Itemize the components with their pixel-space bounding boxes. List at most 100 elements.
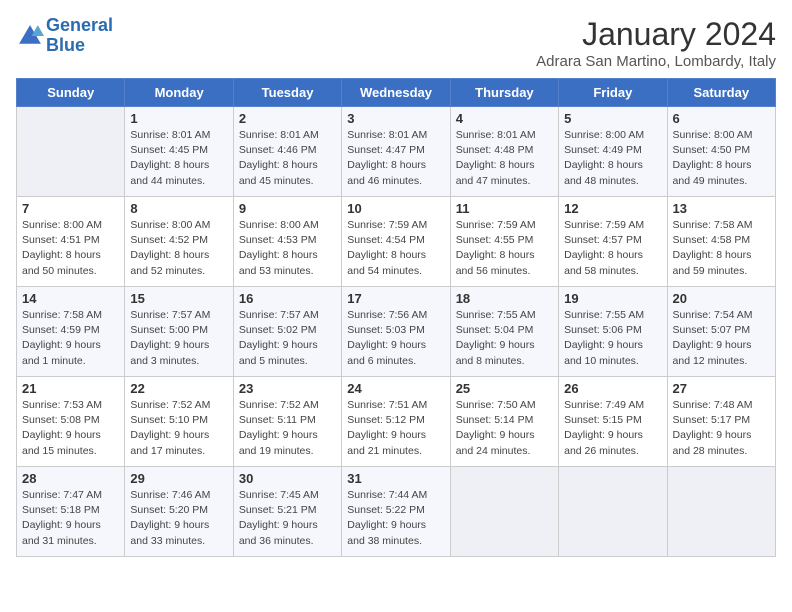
calendar-cell: 27Sunrise: 7:48 AM Sunset: 5:17 PM Dayli… bbox=[667, 377, 775, 467]
logo-text: General Blue bbox=[46, 16, 113, 56]
week-row-1: 1 Sunrise: 8:01 AM Sunset: 4:45 PM Daylig… bbox=[17, 107, 776, 197]
day-info: Sunrise: 7:59 AM Sunset: 4:54 PM Dayligh… bbox=[347, 218, 444, 279]
calendar-cell: 6Sunrise: 8:00 AM Sunset: 4:50 PM Daylig… bbox=[667, 107, 775, 197]
logo-icon bbox=[16, 22, 44, 50]
calendar-cell: 23 Sunrise: 7:52 AM Sunset: 5:11 PM Dayli… bbox=[233, 377, 341, 467]
day-info: Sunrise: 7:44 AM Sunset: 5:22 PM Dayligh… bbox=[347, 488, 444, 549]
logo-line1: General bbox=[46, 15, 113, 35]
calendar-cell bbox=[17, 107, 125, 197]
day-number: 30 bbox=[239, 471, 336, 486]
calendar-cell: 26 Sunrise: 7:49 AM Sunset: 5:15 PM Dayli… bbox=[559, 377, 667, 467]
calendar-cell: 7Sunrise: 8:00 AM Sunset: 4:51 PM Daylig… bbox=[17, 197, 125, 287]
calendar-cell: 20 Sunrise: 7:54 AM Sunset: 5:07 PM Dayli… bbox=[667, 287, 775, 377]
day-info: Sunrise: 7:53 AM Sunset: 5:08 PM Dayligh… bbox=[22, 398, 119, 459]
day-number: 26 bbox=[564, 381, 661, 396]
day-number: 8 bbox=[130, 201, 227, 216]
day-number: 24 bbox=[347, 381, 444, 396]
day-number: 17 bbox=[347, 291, 444, 306]
calendar-cell: 30 Sunrise: 7:45 AM Sunset: 5:21 PM Dayli… bbox=[233, 467, 341, 557]
day-number: 10 bbox=[347, 201, 444, 216]
calendar-cell: 22 Sunrise: 7:52 AM Sunset: 5:10 PM Dayli… bbox=[125, 377, 233, 467]
day-info: Sunrise: 7:57 AM Sunset: 5:00 PM Dayligh… bbox=[130, 308, 227, 369]
day-number: 18 bbox=[456, 291, 553, 306]
week-row-5: 28 Sunrise: 7:47 AM Sunset: 5:18 PM Dayli… bbox=[17, 467, 776, 557]
day-info: Sunrise: 7:51 AM Sunset: 5:12 PM Dayligh… bbox=[347, 398, 444, 459]
logo-line2: Blue bbox=[46, 35, 85, 55]
day-number: 12 bbox=[564, 201, 661, 216]
day-info: Sunrise: 8:01 AM Sunset: 4:46 PM Dayligh… bbox=[239, 128, 336, 189]
day-info: Sunrise: 8:01 AM Sunset: 4:48 PM Dayligh… bbox=[456, 128, 553, 189]
day-number: 6 bbox=[673, 111, 770, 126]
day-number: 1 bbox=[130, 111, 227, 126]
day-number: 14 bbox=[22, 291, 119, 306]
day-info: Sunrise: 7:59 AM Sunset: 4:57 PM Dayligh… bbox=[564, 218, 661, 279]
day-info: Sunrise: 7:55 AM Sunset: 5:06 PM Dayligh… bbox=[564, 308, 661, 369]
weekday-header-saturday: Saturday bbox=[667, 79, 775, 107]
day-info: Sunrise: 7:58 AM Sunset: 4:58 PM Dayligh… bbox=[673, 218, 770, 279]
day-number: 25 bbox=[456, 381, 553, 396]
month-title: January 2024 bbox=[536, 16, 776, 53]
day-info: Sunrise: 7:47 AM Sunset: 5:18 PM Dayligh… bbox=[22, 488, 119, 549]
day-number: 2 bbox=[239, 111, 336, 126]
day-info: Sunrise: 7:58 AM Sunset: 4:59 PM Dayligh… bbox=[22, 308, 119, 369]
calendar-cell: 5Sunrise: 8:00 AM Sunset: 4:49 PM Daylig… bbox=[559, 107, 667, 197]
day-info: Sunrise: 8:00 AM Sunset: 4:53 PM Dayligh… bbox=[239, 218, 336, 279]
calendar-cell: 3 Sunrise: 8:01 AM Sunset: 4:47 PM Daylig… bbox=[342, 107, 450, 197]
weekday-header-friday: Friday bbox=[559, 79, 667, 107]
calendar-cell: 11Sunrise: 7:59 AM Sunset: 4:55 PM Dayli… bbox=[450, 197, 558, 287]
day-number: 23 bbox=[239, 381, 336, 396]
calendar-cell: 2 Sunrise: 8:01 AM Sunset: 4:46 PM Daylig… bbox=[233, 107, 341, 197]
weekday-header-row: SundayMondayTuesdayWednesdayThursdayFrid… bbox=[17, 79, 776, 107]
day-number: 16 bbox=[239, 291, 336, 306]
week-row-2: 7Sunrise: 8:00 AM Sunset: 4:51 PM Daylig… bbox=[17, 197, 776, 287]
logo: General Blue bbox=[16, 16, 113, 56]
day-number: 3 bbox=[347, 111, 444, 126]
day-info: Sunrise: 7:49 AM Sunset: 5:15 PM Dayligh… bbox=[564, 398, 661, 459]
day-number: 28 bbox=[22, 471, 119, 486]
calendar-cell: 24 Sunrise: 7:51 AM Sunset: 5:12 PM Dayli… bbox=[342, 377, 450, 467]
day-number: 22 bbox=[130, 381, 227, 396]
week-row-3: 14 Sunrise: 7:58 AM Sunset: 4:59 PM Dayli… bbox=[17, 287, 776, 377]
day-info: Sunrise: 7:45 AM Sunset: 5:21 PM Dayligh… bbox=[239, 488, 336, 549]
calendar-cell: 10 Sunrise: 7:59 AM Sunset: 4:54 PM Dayli… bbox=[342, 197, 450, 287]
calendar-cell: 18 Sunrise: 7:55 AM Sunset: 5:04 PM Dayli… bbox=[450, 287, 558, 377]
day-number: 4 bbox=[456, 111, 553, 126]
day-number: 5 bbox=[564, 111, 661, 126]
calendar-cell: 16 Sunrise: 7:57 AM Sunset: 5:02 PM Dayli… bbox=[233, 287, 341, 377]
day-number: 20 bbox=[673, 291, 770, 306]
weekday-header-thursday: Thursday bbox=[450, 79, 558, 107]
day-number: 19 bbox=[564, 291, 661, 306]
calendar-cell: 28 Sunrise: 7:47 AM Sunset: 5:18 PM Dayli… bbox=[17, 467, 125, 557]
calendar-cell: 9 Sunrise: 8:00 AM Sunset: 4:53 PM Daylig… bbox=[233, 197, 341, 287]
day-info: Sunrise: 7:46 AM Sunset: 5:20 PM Dayligh… bbox=[130, 488, 227, 549]
calendar-cell: 14 Sunrise: 7:58 AM Sunset: 4:59 PM Dayli… bbox=[17, 287, 125, 377]
location: Adrara San Martino, Lombardy, Italy bbox=[536, 53, 776, 70]
weekday-header-sunday: Sunday bbox=[17, 79, 125, 107]
calendar-cell: 25 Sunrise: 7:50 AM Sunset: 5:14 PM Dayli… bbox=[450, 377, 558, 467]
calendar-cell: 21 Sunrise: 7:53 AM Sunset: 5:08 PM Dayli… bbox=[17, 377, 125, 467]
day-info: Sunrise: 7:57 AM Sunset: 5:02 PM Dayligh… bbox=[239, 308, 336, 369]
calendar-cell: 19 Sunrise: 7:55 AM Sunset: 5:06 PM Dayli… bbox=[559, 287, 667, 377]
day-number: 9 bbox=[239, 201, 336, 216]
weekday-header-tuesday: Tuesday bbox=[233, 79, 341, 107]
calendar-cell: 31 Sunrise: 7:44 AM Sunset: 5:22 PM Dayli… bbox=[342, 467, 450, 557]
day-info: Sunrise: 7:52 AM Sunset: 5:11 PM Dayligh… bbox=[239, 398, 336, 459]
day-info: Sunrise: 7:54 AM Sunset: 5:07 PM Dayligh… bbox=[673, 308, 770, 369]
day-info: Sunrise: 7:52 AM Sunset: 5:10 PM Dayligh… bbox=[130, 398, 227, 459]
calendar-cell bbox=[450, 467, 558, 557]
page-header: General Blue January 2024 Adrara San Mar… bbox=[16, 16, 776, 70]
calendar-cell: 8Sunrise: 8:00 AM Sunset: 4:52 PM Daylig… bbox=[125, 197, 233, 287]
day-info: Sunrise: 7:55 AM Sunset: 5:04 PM Dayligh… bbox=[456, 308, 553, 369]
day-info: Sunrise: 8:01 AM Sunset: 4:47 PM Dayligh… bbox=[347, 128, 444, 189]
calendar-cell: 17Sunrise: 7:56 AM Sunset: 5:03 PM Dayli… bbox=[342, 287, 450, 377]
week-row-4: 21 Sunrise: 7:53 AM Sunset: 5:08 PM Dayli… bbox=[17, 377, 776, 467]
day-info: Sunrise: 8:01 AM Sunset: 4:45 PM Dayligh… bbox=[130, 128, 227, 189]
calendar-table: SundayMondayTuesdayWednesdayThursdayFrid… bbox=[16, 78, 776, 557]
title-block: January 2024 Adrara San Martino, Lombard… bbox=[536, 16, 776, 70]
day-info: Sunrise: 7:50 AM Sunset: 5:14 PM Dayligh… bbox=[456, 398, 553, 459]
calendar-cell bbox=[667, 467, 775, 557]
day-number: 31 bbox=[347, 471, 444, 486]
day-number: 21 bbox=[22, 381, 119, 396]
day-info: Sunrise: 8:00 AM Sunset: 4:51 PM Dayligh… bbox=[22, 218, 119, 279]
day-number: 13 bbox=[673, 201, 770, 216]
